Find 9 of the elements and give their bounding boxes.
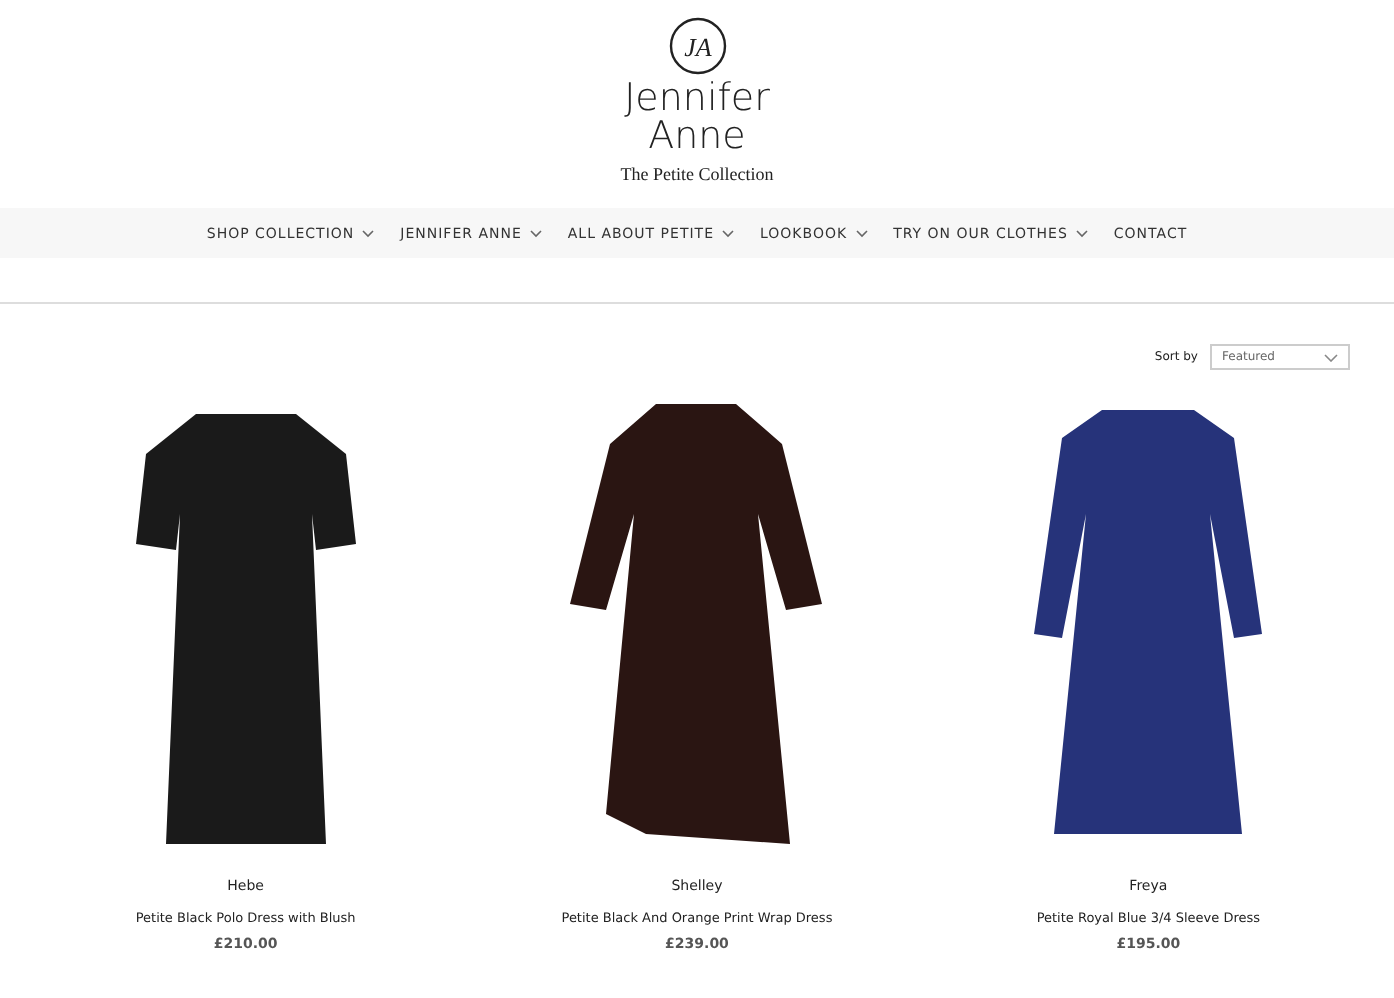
chevron-down-icon: [855, 229, 868, 237]
chevron-down-icon: [529, 229, 542, 237]
brand-tagline: The Petite Collection: [620, 164, 774, 184]
chevron-down-icon: [1075, 229, 1088, 237]
chevron-down-icon: [362, 229, 375, 237]
monogram-logo-icon: JA: [667, 16, 727, 76]
chevron-down-icon: [1324, 353, 1338, 361]
brand-name: Jennifer Anne: [624, 80, 770, 156]
chevron-down-icon: [722, 229, 734, 237]
